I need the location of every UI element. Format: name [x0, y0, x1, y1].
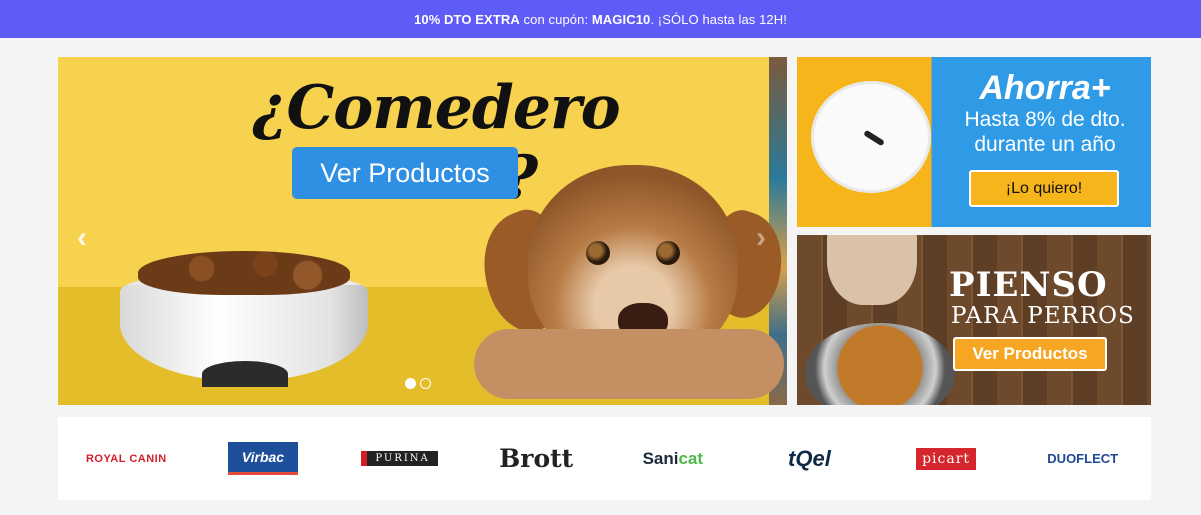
- brand-virbac[interactable]: Virbac: [195, 417, 332, 500]
- duoflect-logo: DUOFLECT: [1047, 451, 1119, 466]
- carousel-dots: [405, 378, 431, 389]
- brand-sanicat[interactable]: Sanicat: [605, 417, 742, 500]
- tqel-logo: tQel: [788, 445, 831, 471]
- pienso-perros-banner[interactable]: PIENSO PARA PERROS Ver Productos: [797, 235, 1151, 405]
- picart-logo: picart: [916, 447, 977, 470]
- brand-brott[interactable]: Brott: [468, 417, 605, 500]
- brott-logo: Brott: [499, 444, 574, 473]
- ahorra-plus-title: Ahorra+: [979, 69, 1111, 107]
- brand-tqel[interactable]: tQel: [741, 417, 878, 500]
- virbac-logo: Virbac: [227, 442, 299, 475]
- sanicat-logo: Sanicat: [643, 449, 703, 469]
- promo-bar[interactable]: 10% DTO EXTRA con cupón: MAGIC10. ¡SÓLO …: [0, 0, 1201, 38]
- food-bowl-image: [120, 243, 368, 387]
- promo-deadline: . ¡SÓLO hasta las 12H!: [650, 11, 787, 27]
- ahorra-plus-subtitle-line1: Hasta 8% de dto.: [964, 108, 1126, 131]
- brand-duoflect[interactable]: DUOFLECT: [1014, 417, 1151, 500]
- lo-quiero-button[interactable]: ¡Lo quiero!: [969, 170, 1119, 207]
- promo-coupon-code: MAGIC10: [591, 11, 651, 27]
- carousel-dot-2[interactable]: [420, 378, 431, 389]
- brand-royal-canin[interactable]: ROYAL CANIN: [58, 417, 195, 500]
- carousel-next-arrow-icon[interactable]: ›: [750, 221, 772, 255]
- carousel-dot-1[interactable]: [405, 378, 416, 389]
- promo-discount: 10% DTO EXTRA: [414, 11, 520, 27]
- brand-logo-strip: ROYAL CANIN Virbac PURINA Brott Sanicat …: [58, 417, 1151, 500]
- sanicat-logo-part1: Sani: [642, 448, 679, 468]
- sanicat-logo-part2: cat: [678, 448, 704, 468]
- piggy-bank-icon: [811, 81, 931, 193]
- dog-eating-image: [827, 235, 917, 305]
- carousel-prev-arrow-icon[interactable]: ‹: [71, 221, 93, 255]
- pienso-view-products-button[interactable]: Ver Productos: [953, 337, 1107, 371]
- pienso-title: PIENSO: [949, 265, 1108, 305]
- purina-logo: PURINA: [361, 451, 438, 466]
- promo-text: con cupón:: [519, 11, 592, 27]
- hero-view-products-button[interactable]: Ver Productos: [292, 147, 518, 199]
- para-perros-title: PARA PERROS: [951, 303, 1135, 329]
- royal-canin-logo: ROYAL CANIN: [85, 452, 167, 465]
- brand-purina[interactable]: PURINA: [331, 417, 468, 500]
- ahorra-plus-subtitle-line2: durante un año: [974, 133, 1116, 156]
- brand-picart[interactable]: picart: [878, 417, 1015, 500]
- kibble-bowl-image: [805, 323, 955, 405]
- ahorra-plus-banner[interactable]: Ahorra+ Hasta 8% de dto. durante un año …: [797, 57, 1151, 227]
- hero-carousel[interactable]: ¿Comedero vacío? Ver Productos ‹ ›: [58, 57, 787, 405]
- ahorra-plus-subtitle: Hasta 8% de dto. durante un año: [939, 107, 1151, 157]
